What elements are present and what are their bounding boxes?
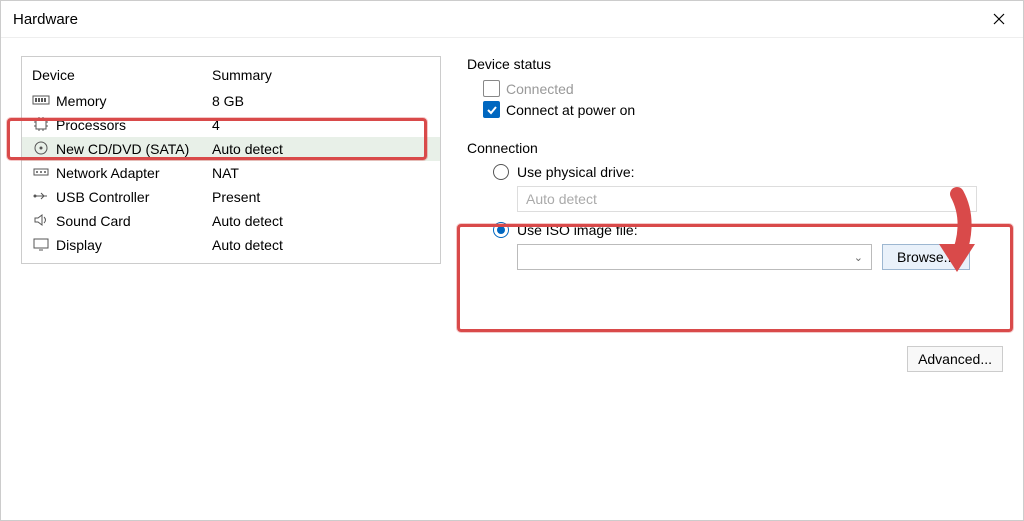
hardware-window: Hardware Device Summary Memory 8 GB Proc… [0, 0, 1024, 521]
cdrom-icon [32, 141, 50, 157]
usb-icon [32, 189, 50, 205]
physical-drive-radio-row[interactable]: Use physical drive: [493, 164, 1003, 180]
connect-poweron-label: Connect at power on [506, 102, 635, 118]
connect-poweron-checkbox[interactable] [483, 101, 500, 118]
iso-label: Use ISO image file: [517, 222, 638, 238]
window-title: Hardware [13, 11, 78, 28]
connected-checkbox-row[interactable]: Connected [483, 80, 1003, 97]
physical-drive-label: Use physical drive: [517, 164, 635, 180]
iso-radio[interactable] [493, 222, 509, 238]
display-icon [32, 237, 50, 253]
connected-label: Connected [506, 81, 574, 97]
close-icon [993, 13, 1005, 25]
sound-icon [32, 213, 50, 229]
physical-drive-select[interactable]: Auto detect ⌄ [517, 186, 977, 212]
iso-path-select[interactable]: ⌄ [517, 244, 872, 270]
device-row-display[interactable]: Display Auto detect [22, 233, 440, 257]
close-button[interactable] [987, 7, 1011, 31]
device-row-network[interactable]: Network Adapter NAT [22, 161, 440, 185]
col-summary: Summary [212, 67, 272, 83]
device-status-label: Device status [467, 56, 1003, 72]
network-icon [32, 165, 50, 181]
device-row-processors[interactable]: Processors 4 [22, 113, 440, 137]
content-area: Device Summary Memory 8 GB Processors 4 … [1, 38, 1023, 520]
check-icon [486, 104, 498, 116]
titlebar: Hardware [1, 1, 1023, 38]
device-list-header: Device Summary [22, 63, 440, 89]
device-row-sound[interactable]: Sound Card Auto detect [22, 209, 440, 233]
col-device: Device [32, 67, 212, 83]
connected-checkbox[interactable] [483, 80, 500, 97]
connect-poweron-row[interactable]: Connect at power on [483, 101, 1003, 118]
annotation-highlight-iso [457, 224, 1013, 332]
device-row-memory[interactable]: Memory 8 GB [22, 89, 440, 113]
device-row-cdrom[interactable]: New CD/DVD (SATA) Auto detect [22, 137, 440, 161]
settings-panel: Device status Connected Connect at power… [461, 56, 1003, 270]
memory-icon [32, 93, 50, 109]
cpu-icon [32, 117, 50, 133]
connection-label: Connection [467, 140, 1003, 156]
physical-drive-radio[interactable] [493, 164, 509, 180]
chevron-down-icon: ⌄ [959, 193, 968, 206]
iso-radio-row[interactable]: Use ISO image file: [493, 222, 1003, 238]
chevron-down-icon: ⌄ [854, 251, 863, 264]
device-row-usb[interactable]: USB Controller Present [22, 185, 440, 209]
device-list: Device Summary Memory 8 GB Processors 4 … [21, 56, 441, 264]
browse-button[interactable]: Browse... [882, 244, 970, 270]
advanced-button[interactable]: Advanced... [907, 346, 1003, 372]
